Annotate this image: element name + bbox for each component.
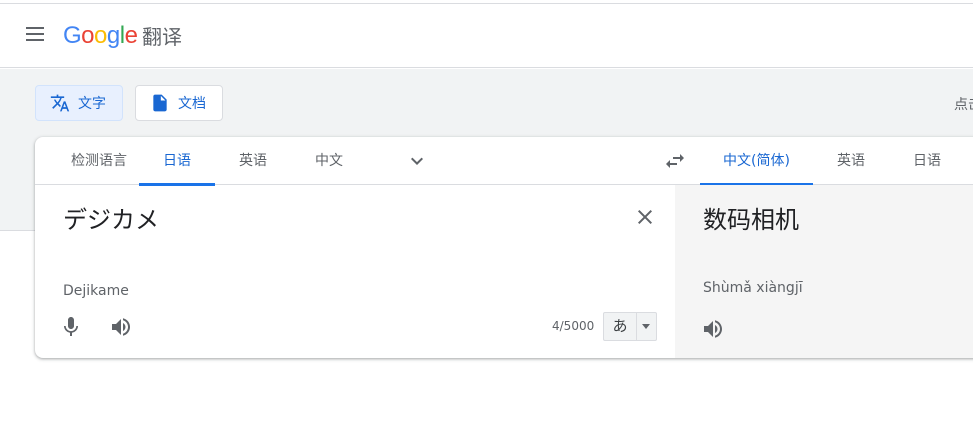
- translation-card: 检测语言 日语 英语 中文 中文(简体) 英语 日语 デジカメ Dejikame…: [35, 137, 973, 358]
- hamburger-menu-icon[interactable]: [22, 22, 46, 46]
- target-pinyin: Shùmǎ xiàngjī: [703, 280, 803, 296]
- close-icon[interactable]: [633, 205, 657, 229]
- character-count: 4/5000: [552, 319, 595, 333]
- tab-source-japanese[interactable]: 日语: [139, 137, 215, 186]
- tab-source-chinese[interactable]: 中文: [291, 137, 367, 185]
- source-romanization: Dejikame: [63, 283, 129, 299]
- translate-icon: [50, 93, 70, 113]
- speaker-icon[interactable]: [109, 315, 133, 339]
- microphone-icon[interactable]: [59, 315, 83, 339]
- tab-detect-language[interactable]: 检测语言: [47, 137, 151, 185]
- truncated-right-text: 点击: [954, 97, 973, 113]
- google-logo[interactable]: Google: [63, 22, 138, 50]
- tab-target-english[interactable]: 英语: [813, 137, 889, 185]
- source-text-input[interactable]: デジカメ: [63, 205, 159, 235]
- tab-source-english[interactable]: 英语: [215, 137, 291, 185]
- text-mode-button[interactable]: 文字: [35, 85, 123, 121]
- logo-letter: g: [106, 22, 120, 49]
- ime-label: あ: [604, 313, 637, 340]
- logo-letter: e: [124, 22, 138, 49]
- translation-output: 数码相机: [703, 206, 799, 234]
- app-header: Google 翻译: [0, 4, 973, 68]
- logo-letter: o: [81, 22, 95, 49]
- document-mode-button[interactable]: 文档: [135, 85, 223, 121]
- document-mode-label: 文档: [178, 96, 206, 112]
- tab-target-chinese-simplified[interactable]: 中文(简体): [700, 137, 813, 186]
- source-panel: デジカメ Dejikame 4/5000 あ: [35, 185, 675, 358]
- speaker-icon[interactable]: [701, 317, 725, 341]
- dropdown-arrow-icon: [642, 324, 650, 329]
- text-mode-label: 文字: [78, 96, 106, 112]
- input-method-selector[interactable]: あ: [603, 312, 657, 341]
- logo-letter: o: [94, 22, 107, 49]
- tab-target-japanese[interactable]: 日语: [889, 137, 965, 185]
- logo-letter: G: [63, 22, 82, 49]
- target-panel: 数码相机 Shùmǎ xiàngjī: [675, 185, 973, 358]
- language-bar: 检测语言 日语 英语 中文 中文(简体) 英语 日语: [35, 137, 973, 186]
- app-title: 翻译: [142, 25, 182, 49]
- document-icon: [150, 93, 170, 113]
- swap-languages-icon[interactable]: [663, 149, 687, 173]
- chevron-down-icon[interactable]: [405, 149, 429, 173]
